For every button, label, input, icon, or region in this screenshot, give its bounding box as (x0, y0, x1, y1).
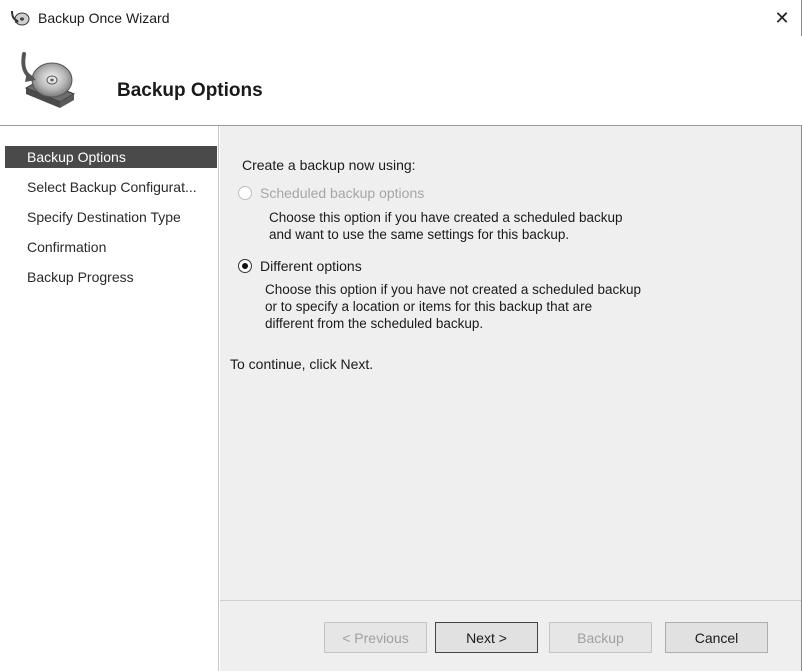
scheduled-backup-label: Scheduled backup options (260, 185, 425, 201)
cancel-button[interactable]: Cancel (665, 622, 768, 653)
previous-button[interactable]: < Previous (324, 622, 427, 653)
backup-app-icon (11, 10, 30, 26)
wizard-window: Backup Once Wizard ✕ Backup Options Back… (0, 0, 802, 671)
different-options-label: Different options (260, 258, 362, 274)
nav-step-specify-destination-type[interactable]: Specify Destination Type (5, 206, 217, 228)
page-title: Backup Options (117, 80, 263, 101)
footer-divider (220, 600, 801, 601)
backup-button[interactable]: Backup (549, 622, 652, 653)
wizard-steps-nav: Backup Options Select Backup Configurat.… (0, 126, 219, 671)
wizard-header: Backup Options (0, 36, 802, 125)
window-title: Backup Once Wizard (38, 10, 170, 26)
prompt-text: Create a backup now using: (242, 157, 416, 173)
next-button[interactable]: Next > (435, 622, 538, 653)
close-icon: ✕ (774, 7, 790, 28)
scheduled-backup-description: Choose this option if you have created a… (269, 210, 623, 242)
scheduled-backup-radio[interactable] (238, 186, 252, 200)
continue-instruction: To continue, click Next. (230, 356, 374, 372)
main-content: Create a backup now using: Scheduled bac… (220, 126, 801, 671)
close-button[interactable]: ✕ (762, 0, 802, 36)
title-bar: Backup Once Wizard ✕ (0, 0, 802, 36)
scheduled-backup-option[interactable]: Scheduled backup options (238, 185, 424, 201)
different-options-radio[interactable] (238, 259, 252, 273)
nav-step-confirmation[interactable]: Confirmation (5, 236, 217, 258)
nav-step-select-backup-configuration[interactable]: Select Backup Configurat... (5, 176, 217, 198)
nav-step-backup-progress[interactable]: Backup Progress (5, 266, 217, 288)
different-options-description: Choose this option if you have not creat… (265, 282, 642, 331)
nav-step-backup-options[interactable]: Backup Options (5, 146, 217, 168)
different-options-option[interactable]: Different options (238, 258, 362, 274)
backup-disk-icon (21, 52, 76, 108)
